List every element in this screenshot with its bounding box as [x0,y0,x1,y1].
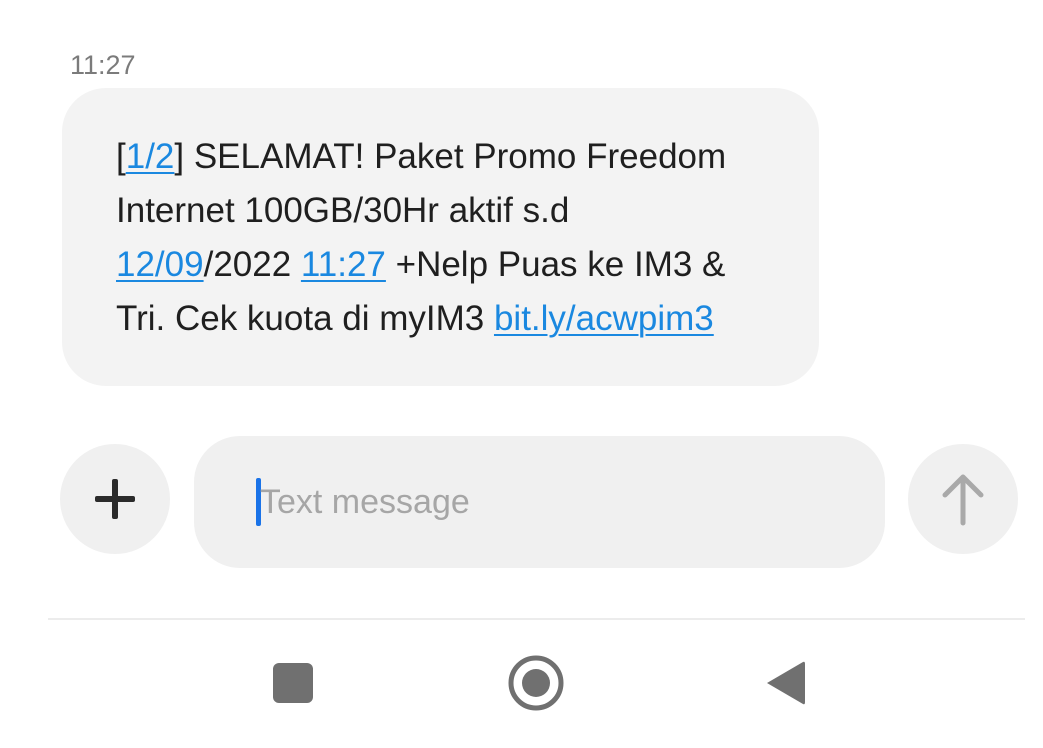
message-line-2: Internet 100GB/30Hr aktif s.d [116,191,570,230]
message-line-1: [1/2] SELAMAT! Paket Promo Freedom [116,130,779,184]
url-link[interactable]: bit.ly/acwpim3 [494,299,714,338]
triangle-back-icon [767,661,805,705]
message-line-4: Tri. Cek kuota di myIM3 bit.ly/acwpim3 [116,292,779,346]
message-line-3: 12/09/2022 11:27 +Nelp Puas ke IM3 & [116,238,779,292]
navbar-divider [48,618,1025,620]
arrow-up-icon [942,474,984,526]
message-text: [ [116,137,126,176]
plus-icon [95,479,135,519]
text-message-input[interactable] [260,472,840,532]
recents-button[interactable] [262,652,324,714]
received-message-bubble[interactable]: [1/2] SELAMAT! Paket Promo Freedom Inter… [62,88,819,386]
send-button[interactable] [908,444,1018,554]
circle-icon [508,655,564,711]
message-text: ] SELAMAT! Paket Promo Freedom [174,137,727,176]
back-button[interactable] [752,652,814,714]
message-text: Tri. Cek kuota di myIM3 [116,299,494,338]
square-icon [273,663,313,703]
attach-button[interactable] [60,444,170,554]
message-text: +Nelp Puas ke IM3 & [385,245,726,284]
date-link[interactable]: 12/09 [116,245,204,284]
message-part-link[interactable]: 1/2 [126,137,175,176]
message-composer[interactable] [194,436,885,568]
time-link[interactable]: 11:27 [301,245,386,284]
message-timestamp: 11:27 [70,50,136,80]
message-text: /2022 [203,245,301,284]
home-button[interactable] [505,652,567,714]
